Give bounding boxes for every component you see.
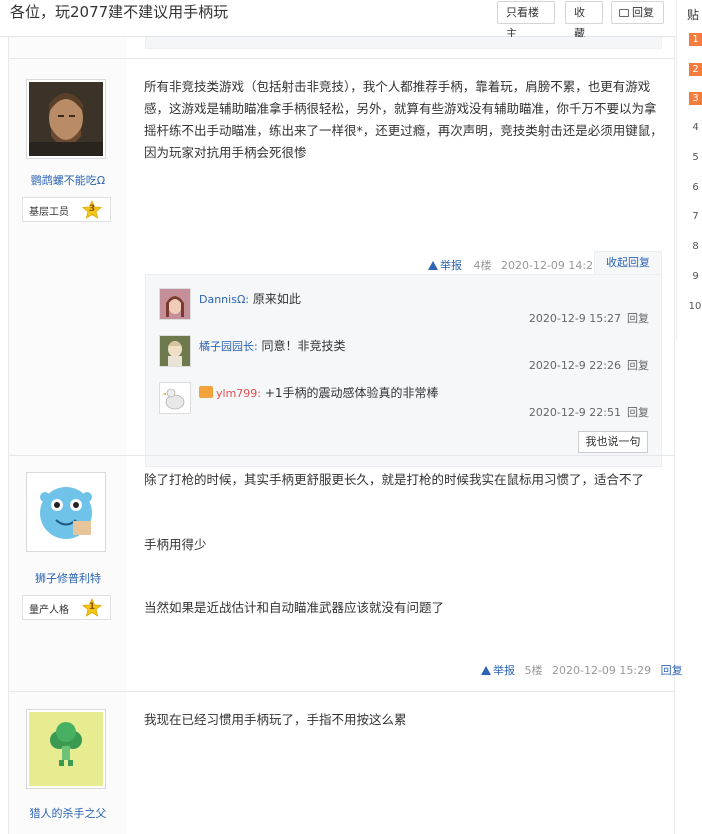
sub-reply-text: 原来如此: [252, 292, 301, 306]
only-author-button[interactable]: 只看楼主: [497, 1, 555, 40]
sub-reply: ylm799: +1手柄的震动感体验真的非常棒 2020-12-9 22:51 回…: [159, 382, 649, 428]
post-paragraph: 除了打枪的时候，其实手柄更舒服更长久，就是打枪的时候我实在鼠标用习惯了，适合不了: [144, 472, 645, 487]
rank-number: 9: [692, 271, 699, 282]
sub-reply-author[interactable]: ylm799:: [216, 387, 261, 400]
rank-number: 7: [692, 211, 699, 222]
avatar[interactable]: [159, 382, 191, 414]
rank-number: 10: [688, 301, 702, 312]
sub-reply-time: 2020-12-9 22:26: [528, 359, 621, 372]
goose-avatar-icon: [160, 383, 190, 413]
hot-threads-sidebar: 贴 1 2 3 4 5 6 7 8 9 10: [676, 0, 702, 340]
rank-number: 2: [689, 63, 702, 76]
post-floor-6: 猎人的杀手之父 我现在已经习惯用手柄玩了，手指不用按这么累: [9, 691, 675, 834]
blue-cartoon-avatar-icon: [29, 475, 103, 549]
sub-reply-text: +1手柄的震动感体验真的非常棒: [264, 386, 439, 400]
author-name[interactable]: 猎人的杀手之父: [9, 805, 127, 821]
author-panel: 猎人的杀手之父: [9, 692, 127, 834]
post-floor-4: 鹦鹉螺不能吃Ω 基层工员 3 所有非竞技类游戏（包括射击非竞技），我个人都推荐手…: [9, 58, 675, 467]
sub-reply-time: 2020-12-9 15:27: [528, 312, 621, 325]
sub-reply-author[interactable]: 橘子园园长:: [199, 340, 258, 353]
sub-reply-author[interactable]: DannisΩ:: [199, 293, 249, 306]
floor-number: 5楼: [524, 664, 543, 677]
sub-reply-reply-link[interactable]: 回复: [627, 406, 649, 419]
report-label: 举报: [440, 259, 462, 272]
sub-reply-reply-link[interactable]: 回复: [627, 359, 649, 372]
sub-reply-box: DannisΩ: 原来如此 2020-12-9 15:27 回复 橘子园园长: 同…: [145, 274, 662, 467]
broccoli-avatar-icon: [29, 712, 103, 786]
report-link[interactable]: 举报: [481, 664, 515, 677]
sidebar-title: 贴: [687, 8, 700, 22]
rank-number: 8: [692, 241, 699, 252]
post-floor-5: 狮子修普利特 量产人格 1 除了打枪的时候，其实手柄更舒服更长久，就是打枪的时候…: [9, 455, 683, 691]
sub-reply: DannisΩ: 原来如此 2020-12-9 15:27 回复: [159, 288, 649, 334]
girl-avatar-icon: [160, 289, 190, 319]
avatar[interactable]: [26, 709, 106, 789]
author-name[interactable]: 狮子修普利特: [9, 570, 127, 586]
avatar[interactable]: [26, 472, 106, 552]
post-time: 2020-12-09 14:22: [501, 259, 601, 272]
post-content: 所有非竞技类游戏（包括射击非竞技），我个人都推荐手柄，靠着玩，肩膀不累，也更有游…: [144, 79, 663, 160]
sub-reply: 橘子园园长: 同意！非竞技类 2020-12-9 22:26 回复: [159, 335, 649, 381]
sub-reply-text: 同意！非竞技类: [261, 339, 346, 353]
level-badge[interactable]: 基层工员 3: [22, 197, 111, 222]
sub-reply-reply-link[interactable]: 回复: [627, 312, 649, 325]
post-content: 我现在已经习惯用手柄玩了，手指不用按这么累: [144, 712, 407, 727]
floor-number: 4楼: [473, 259, 492, 272]
rank-number: 3: [689, 92, 702, 105]
rank-number: 6: [692, 182, 699, 193]
author-panel: 狮子修普利特 量产人格 1: [9, 456, 127, 691]
badge-label: 基层工员: [29, 207, 69, 218]
author-name[interactable]: 鹦鹉螺不能吃Ω: [9, 172, 127, 188]
sub-reply-time: 2020-12-9 22:51: [528, 406, 621, 419]
add-comment-button[interactable]: 我也说一句: [578, 431, 648, 453]
avatar[interactable]: [26, 79, 106, 159]
rank-number: 4: [692, 122, 699, 133]
post-paragraph: 手柄用得少: [144, 537, 207, 552]
reply-link[interactable]: 回复: [661, 664, 683, 677]
warning-icon: [481, 666, 491, 675]
report-link[interactable]: 举报: [428, 259, 462, 272]
thread-title: 各位，玩2077建不建议用手柄玩: [10, 3, 229, 21]
avatar[interactable]: [159, 288, 191, 320]
warning-icon: [428, 261, 438, 270]
favorite-button[interactable]: 收藏: [565, 1, 603, 40]
level-badge[interactable]: 量产人格 1: [22, 595, 111, 620]
reply-button-label: 回复: [632, 6, 654, 19]
vip-badge-icon: [199, 386, 213, 398]
avatar[interactable]: [159, 335, 191, 367]
report-label: 举报: [493, 664, 515, 677]
bearded-man-avatar-icon: [29, 82, 103, 156]
anime-avatar-icon: [160, 336, 190, 366]
badge-level: 1: [88, 602, 96, 612]
post-meta: 举报 5楼 2020-12-09 15:29 回复: [481, 662, 683, 678]
rank-number: 5: [692, 152, 699, 163]
badge-label: 量产人格: [29, 605, 69, 616]
star-level-icon: 1: [81, 597, 103, 618]
previous-post-tail: [9, 37, 675, 58]
star-level-icon: 3: [81, 199, 103, 220]
post-time: 2020-12-09 15:29: [552, 664, 652, 677]
reply-button[interactable]: 回复: [611, 1, 664, 24]
thread-header: 各位，玩2077建不建议用手柄玩 只看楼主 收藏 回复: [0, 0, 676, 40]
post-list: 鹦鹉螺不能吃Ω 基层工员 3 所有非竞技类游戏（包括射击非竞技），我个人都推荐手…: [8, 37, 683, 834]
author-panel: 鹦鹉螺不能吃Ω 基层工员 3: [9, 59, 127, 455]
badge-level: 3: [88, 204, 96, 214]
collapse-replies-button[interactable]: 收起回复: [594, 251, 662, 275]
post-paragraph: 当然如果是近战估计和自动瞄准武器应该就没有问题了: [144, 600, 445, 615]
post-meta: 举报 4楼 2020-12-09 14:22: [428, 257, 600, 273]
comment-icon: [619, 9, 629, 17]
rank-number: 1: [689, 33, 702, 46]
